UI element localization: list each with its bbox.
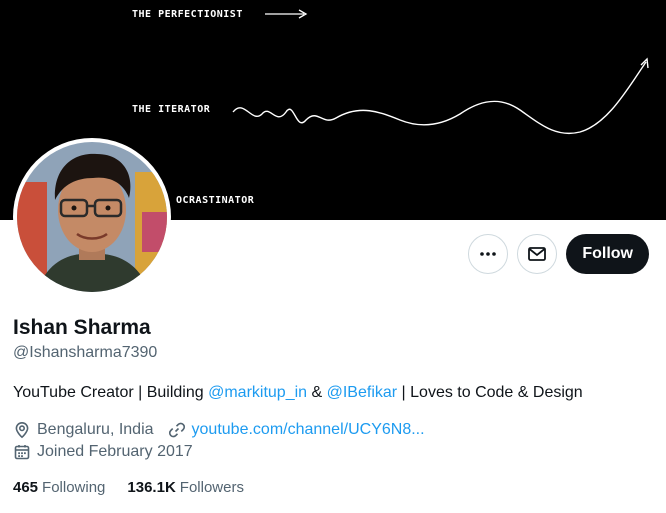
profile-bio: YouTube Creator | Building @markitup_in … [13, 384, 583, 402]
message-button[interactable] [517, 234, 558, 274]
bio-text: | Loves to Code & Design [397, 384, 583, 401]
bio-link-markitup[interactable]: @markitup_in [208, 384, 307, 401]
avatar[interactable] [13, 138, 171, 296]
profile-actions: Follow [468, 234, 649, 274]
following-stat[interactable]: 465 Following [13, 479, 105, 496]
bio-text: YouTube Creator | Building [13, 384, 209, 401]
profile-website-link[interactable]: youtube.com/channel/UCY6N8... [192, 421, 425, 439]
profile-location: Bengaluru, India [37, 421, 154, 438]
bio-text: & [307, 384, 327, 401]
bio-link-ibefikar[interactable]: @IBefikar [327, 384, 397, 401]
location-pin-icon [15, 421, 29, 439]
profile-stats: 465 Following 136.1K Followers [13, 479, 244, 496]
profile-handle: @Ishansharma7390 [13, 344, 158, 361]
more-icon [480, 252, 497, 256]
follow-button[interactable]: Follow [566, 234, 649, 274]
profile-meta-row: Bengaluru, India youtube.com/channel/UCY… [13, 421, 425, 439]
more-button[interactable] [468, 234, 509, 274]
profile-joined-row: Joined February 2017 [13, 443, 193, 461]
followers-stat[interactable]: 136.1K Followers [127, 479, 244, 496]
profile-joined-date: Joined February 2017 [37, 443, 193, 460]
calendar-icon [14, 445, 30, 460]
following-count: 465 [13, 479, 39, 496]
banner-text-procrastinator: OCRASTINATOR [176, 195, 255, 206]
followers-label: Followers [179, 479, 244, 496]
link-icon [168, 422, 185, 438]
banner-text-perfectionist: THE PERFECTIONIST [132, 9, 243, 20]
profile-name: Ishan Sharma [13, 316, 151, 339]
banner-text-iterator: THE ITERATOR [132, 104, 211, 115]
following-label: Following [42, 479, 106, 496]
envelope-icon [528, 247, 547, 261]
avatar-image [17, 142, 167, 292]
followers-count: 136.1K [127, 479, 176, 496]
